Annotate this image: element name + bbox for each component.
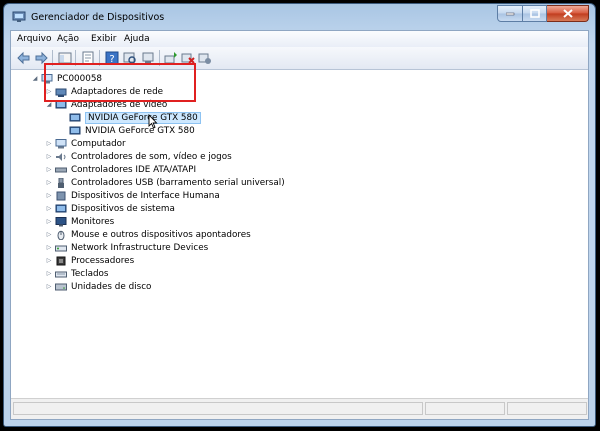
status-cell-1: [13, 402, 423, 415]
network-infrastructure-icon: [55, 245, 67, 252]
status-cell-3: [507, 402, 587, 415]
annotation-highlight-box: [44, 63, 196, 102]
expand-arrow-icon[interactable]: ▷: [45, 216, 53, 228]
keyboard-icon: [55, 271, 67, 278]
window-client-area: Arquivo Ação Exibir Ajuda ? ◢ PC000058 ▷…: [10, 30, 589, 420]
gpu-icon: [69, 126, 81, 135]
expand-arrow-icon[interactable]: ▷: [45, 177, 53, 189]
hid-icon: [56, 191, 66, 201]
minimize-icon: [505, 12, 514, 16]
disk-drive-icon: [55, 283, 67, 291]
minimize-button[interactable]: [497, 5, 523, 22]
expand-arrow-icon[interactable]: ▷: [45, 190, 53, 202]
device-tree: ◢ PC000058 ▷ Adaptadores de rede ◢ Adapt…: [11, 63, 588, 399]
status-bar: [11, 398, 588, 419]
close-button[interactable]: [547, 5, 589, 22]
menu-arquivo[interactable]: Arquivo: [17, 34, 51, 44]
status-cell-2: [425, 402, 505, 415]
system-device-icon: [55, 204, 67, 213]
expand-arrow-icon[interactable]: ▷: [45, 138, 53, 150]
collapse-arrow-icon[interactable]: ◢: [31, 73, 39, 85]
sound-icon: [56, 153, 66, 161]
expand-arrow-icon[interactable]: ▷: [45, 242, 53, 254]
expand-arrow-icon[interactable]: ▷: [45, 281, 53, 293]
close-icon: [562, 9, 573, 18]
monitor-icon: [55, 217, 67, 227]
title-bar[interactable]: Gerenciador de Dispositivos: [4, 4, 595, 30]
maximize-button[interactable]: [523, 5, 547, 22]
expand-arrow-icon[interactable]: ▷: [45, 164, 53, 176]
disable-icon[interactable]: [198, 51, 212, 65]
window-title: Gerenciador de Dispositivos: [31, 12, 165, 23]
mouse-cursor-icon: [148, 114, 158, 129]
gpu-icon: [69, 113, 81, 122]
ide-icon: [55, 167, 67, 173]
menu-ajuda[interactable]: Ajuda: [124, 34, 150, 44]
menu-acao[interactable]: Ação: [57, 34, 79, 44]
processor-icon: [56, 256, 66, 266]
maximize-icon: [529, 9, 540, 18]
usb-icon: [58, 178, 64, 188]
expand-arrow-icon[interactable]: ▷: [45, 229, 53, 241]
menu-exibir[interactable]: Exibir: [91, 34, 116, 44]
device-manager-window: Gerenciador de Dispositivos Arquivo Ação…: [3, 3, 596, 427]
mouse-icon: [57, 230, 65, 240]
menu-bar: Arquivo Ação Exibir Ajuda: [11, 31, 588, 48]
computer-icon: [55, 139, 67, 149]
expand-arrow-icon[interactable]: ▷: [45, 151, 53, 163]
expand-arrow-icon[interactable]: ▷: [45, 268, 53, 280]
device-manager-icon: [12, 11, 26, 22]
expand-arrow-icon[interactable]: ▷: [45, 255, 53, 267]
back-icon[interactable]: [17, 51, 31, 65]
expand-arrow-icon[interactable]: ▷: [45, 203, 53, 215]
